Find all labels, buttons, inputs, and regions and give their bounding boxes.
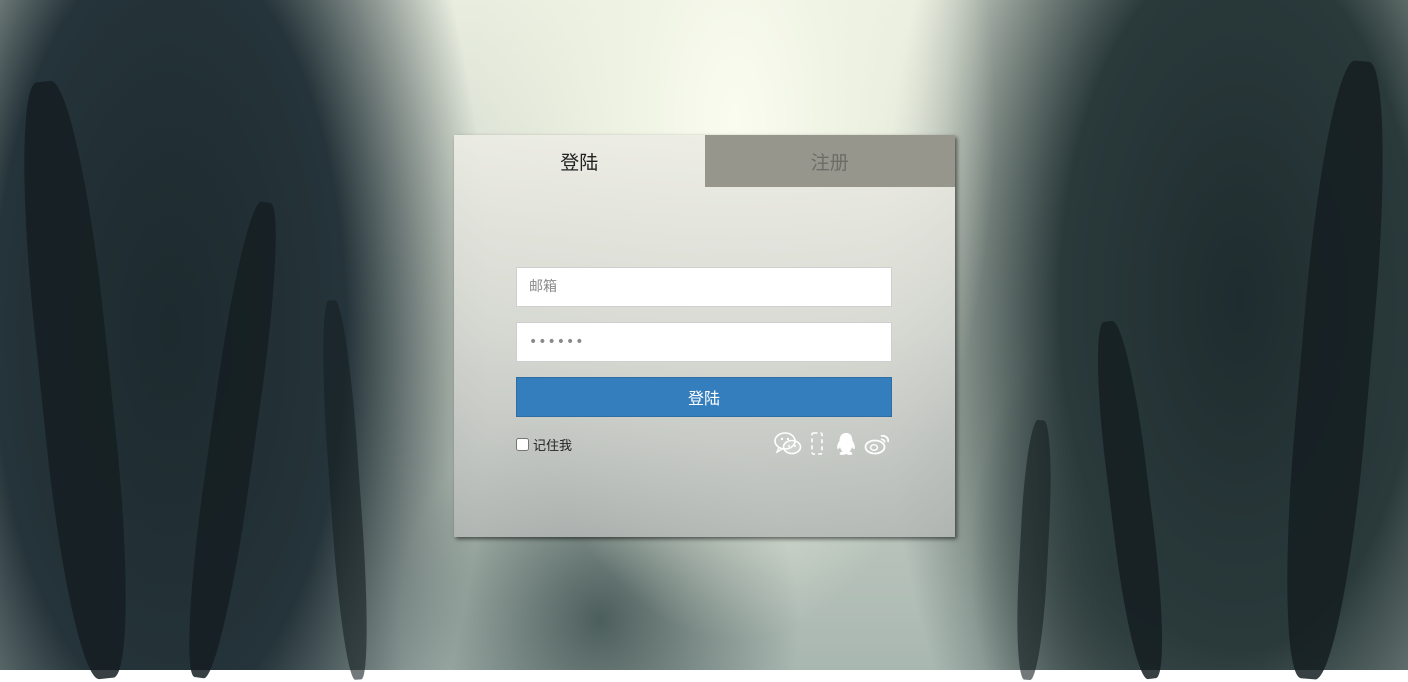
tree-trunk (8, 77, 142, 682)
tree-trunk (1273, 58, 1397, 682)
auth-panel: 登陆 注册 登陆 记住我 (454, 135, 955, 537)
mobile-phone-icon[interactable] (810, 431, 824, 457)
remember-me-checkbox[interactable] (516, 437, 529, 451)
qq-icon[interactable] (834, 431, 858, 457)
remember-me[interactable]: 记住我 (516, 435, 573, 454)
social-login-icons (774, 431, 892, 457)
password-input[interactable] (516, 322, 892, 362)
remember-me-label: 记住我 (533, 438, 573, 454)
tree-trunk (316, 299, 374, 681)
wechat-icon[interactable] (774, 431, 802, 457)
login-button[interactable]: 登陆 (516, 377, 892, 417)
tree-trunk (1088, 318, 1172, 682)
weibo-icon[interactable] (864, 431, 892, 457)
tree-trunk (1013, 419, 1055, 681)
tab-login[interactable]: 登陆 (454, 135, 705, 187)
tab-register[interactable]: 注册 (704, 135, 955, 187)
tree-trunk (176, 199, 289, 681)
email-input[interactable] (516, 267, 892, 307)
auth-tabs: 登陆 注册 (454, 135, 955, 187)
